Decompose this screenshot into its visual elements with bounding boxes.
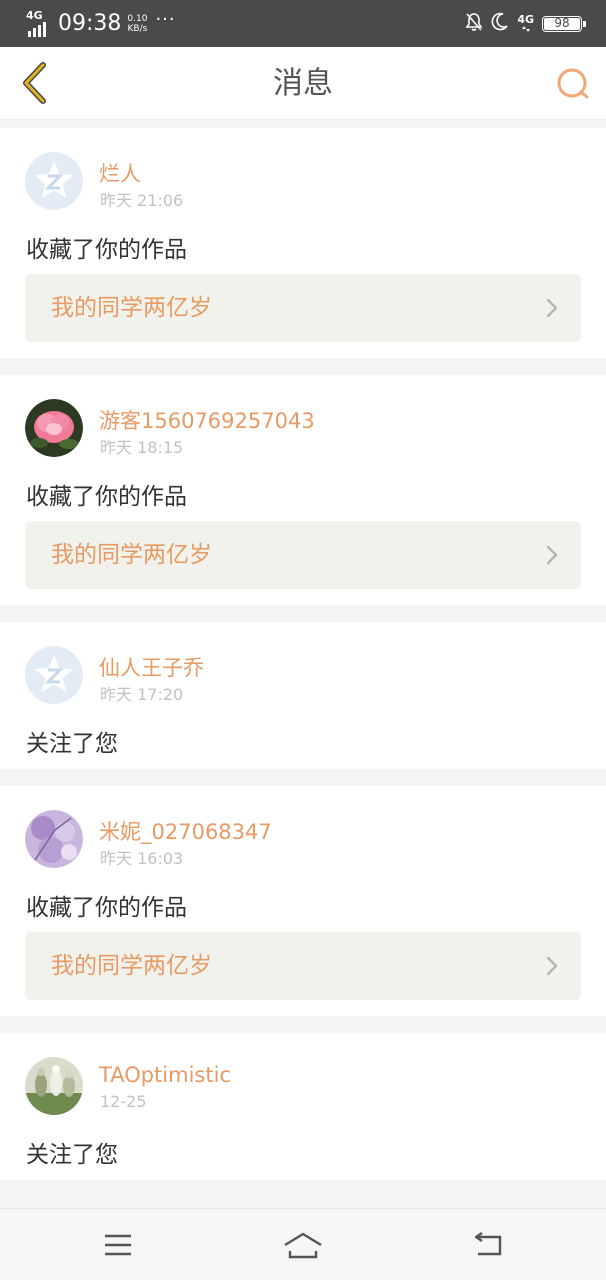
work-link[interactable]: 我的同学两亿岁 [25,932,581,1000]
username[interactable]: 米妮_027068347 [99,816,272,846]
work-title: 我的同学两亿岁 [51,953,212,979]
username[interactable]: TAOptimistic [99,1063,231,1087]
network-type-secondary: 4G [517,13,534,26]
timestamp: 12-25 [100,1092,147,1111]
work-link[interactable]: 我的同学两亿岁 [25,274,581,342]
search-button[interactable] [552,63,594,105]
action-text: 收藏了你的作品 [26,895,187,921]
message-card[interactable]: 烂人 昨天 21:06 收藏了你的作品 我的同学两亿岁 [0,128,606,358]
back-nav-button[interactable] [468,1225,508,1265]
message-card[interactable]: 游客1560769257043 昨天 18:15 收藏了你的作品 我的同学两亿岁 [0,375,606,605]
figures-photo-avatar [25,1057,83,1115]
page-title: 消息 [273,66,333,101]
timestamp: 昨天 21:06 [100,191,184,210]
message-card[interactable]: 仙人王子乔 昨天 17:20 关注了您 [0,622,606,769]
home-icon [284,1232,322,1259]
signal-icon: 4G [26,9,52,39]
notification-off-icon [465,12,483,36]
status-bar: 4G 09:38 0.10 KB/s ··· 4G 98 [0,0,606,47]
chevron-right-icon [546,298,558,318]
status-bar-right: 4G 98 [465,0,586,47]
timestamp: 昨天 18:15 [100,438,184,457]
action-text: 关注了您 [26,731,118,757]
message-card[interactable]: TAOptimistic 12-25 关注了您 [0,1033,606,1180]
avatar[interactable] [25,646,83,704]
username[interactable]: 烂人 [99,158,141,188]
app-header: 消息 [0,47,606,120]
work-link[interactable]: 我的同学两亿岁 [25,521,581,589]
data-arrows-icon: 4G [517,14,534,33]
avatar[interactable] [25,399,83,457]
home-button[interactable] [281,1225,325,1265]
system-nav-bar [0,1208,606,1280]
speed-value: 0.10 [127,13,148,24]
back-icon [474,1232,502,1256]
avatar[interactable] [25,810,83,868]
timestamp: 昨天 16:03 [100,849,184,868]
network-speed: 0.10 KB/s [127,14,147,34]
chevron-right-icon [546,545,558,565]
menu-button[interactable] [98,1225,138,1265]
pink-rose-avatar [25,399,83,457]
username[interactable]: 仙人王子乔 [99,652,204,682]
battery-icon: 98 [542,15,586,32]
status-time: 09:38 [58,10,122,36]
menu-icon [105,1234,131,1256]
status-bar-left: 4G 09:38 0.10 KB/s ··· [26,0,176,47]
message-list: 烂人 昨天 21:06 收藏了你的作品 我的同学两亿岁 游客1560769257… [0,128,606,1180]
search-icon [557,68,589,99]
more-notifications-icon: ··· [155,8,176,30]
avatar[interactable] [25,1057,83,1115]
timestamp: 昨天 17:20 [100,685,184,704]
username[interactable]: 游客1560769257043 [99,405,315,435]
chevron-right-icon [546,956,558,976]
action-text: 收藏了你的作品 [26,237,187,263]
qq-default-avatar [25,152,83,210]
battery-level: 98 [554,15,570,30]
message-card[interactable]: 米妮_027068347 昨天 16:03 收藏了你的作品 我的同学两亿岁 [0,786,606,1016]
network-type: 4G [26,8,43,22]
action-text: 收藏了你的作品 [26,484,187,510]
avatar[interactable] [25,152,83,210]
action-text: 关注了您 [26,1142,118,1168]
speed-unit: KB/s [127,23,148,34]
work-title: 我的同学两亿岁 [51,542,212,568]
purple-blossom-avatar [25,810,83,868]
qq-default-avatar [25,646,83,704]
moon-icon [491,12,509,36]
work-title: 我的同学两亿岁 [51,295,212,321]
